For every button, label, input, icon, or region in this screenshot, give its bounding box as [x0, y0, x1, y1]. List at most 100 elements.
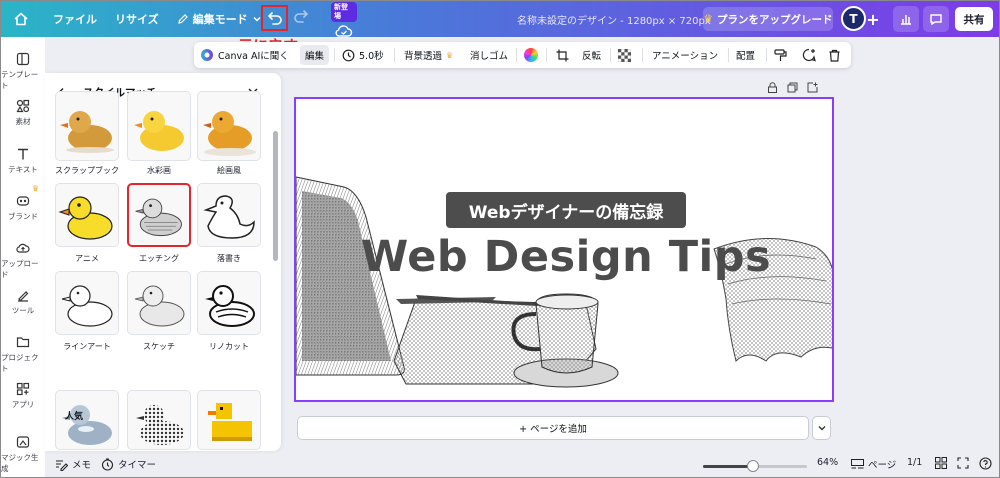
rail-item-project[interactable]: プロジェクト [1, 335, 45, 374]
style-label: リノカット [209, 342, 249, 351]
rail-item-template[interactable]: テンプレート [1, 52, 45, 91]
rail-item-text[interactable]: テキスト [1, 147, 45, 175]
design-canvas[interactable]: Webデザイナーの備忘録 Web Design Tips [294, 97, 834, 402]
flip-button[interactable]: 反転 [582, 42, 601, 68]
left-rail: テンプレート 素材 テキスト ブランド ♛ アップロード ツール プロジェクト … [1, 37, 45, 477]
style-label: 落書き [217, 254, 241, 263]
style-match-panel: スタイルマッチ スクラップブック 水彩画 絵画風 アニメ エッチング 落書き ラ… [45, 73, 281, 451]
chevron-down-icon [818, 426, 825, 431]
canvas-title[interactable]: Web Design Tips [296, 232, 832, 282]
brand-icon [16, 196, 30, 206]
popular-tile-halftone[interactable] [127, 390, 191, 450]
panel-scrollbar[interactable] [273, 131, 278, 261]
style-tile-anime[interactable] [55, 183, 119, 247]
apps-icon [16, 382, 30, 396]
divider [610, 48, 611, 62]
color-wheel-icon [524, 48, 538, 62]
canva-ai-button[interactable]: Canva AIに聞く [200, 42, 289, 68]
divider [728, 48, 729, 62]
fullscreen-button[interactable] [957, 457, 969, 469]
crop-button[interactable] [556, 42, 569, 68]
rail-item-elements[interactable]: 素材 [1, 99, 45, 127]
undo-button[interactable] [261, 5, 288, 31]
upgrade-label: プランをアップグレード [716, 13, 833, 26]
style-tile-lineart[interactable] [55, 271, 119, 335]
style-label: ラインアート [63, 342, 111, 351]
canva-ai-icon [201, 49, 213, 61]
folder-icon [16, 337, 30, 348]
file-menu[interactable]: ファイル [53, 11, 97, 27]
rail-item-tools[interactable]: ツール [1, 288, 45, 316]
animation-button[interactable]: アニメーション [652, 42, 718, 68]
cloud-check-icon [335, 25, 353, 37]
resize-menu[interactable]: リサイズ [115, 11, 159, 27]
magic-icon [16, 436, 30, 448]
crop-icon [556, 49, 569, 61]
clock-icon [342, 49, 355, 61]
upgrade-button[interactable]: ♛ プランをアップグレード [703, 7, 833, 31]
canvas-subtitle[interactable]: Webデザイナーの備忘録 [446, 192, 686, 228]
crown-icon: ♛ [703, 13, 713, 25]
style-tile-doodle[interactable] [197, 183, 261, 247]
add-comment-button[interactable] [802, 42, 816, 68]
style-tile-sketch[interactable] [127, 271, 191, 335]
rail-item-magic[interactable]: マジック生成 [1, 435, 45, 474]
bg-remove-button[interactable]: 背景透過 ♛ [404, 42, 453, 68]
copy-style-button[interactable] [774, 42, 787, 68]
style-label: アニメ [75, 254, 99, 263]
upload-icon [16, 243, 30, 253]
rail-item-brand[interactable]: ブランド [1, 194, 45, 222]
color-picker-button[interactable] [524, 42, 538, 68]
zoom-level[interactable]: 64% [817, 457, 838, 468]
share-button[interactable]: 共有 [955, 7, 993, 31]
redo-button[interactable] [293, 9, 309, 26]
style-tile-watercolor[interactable] [127, 91, 191, 161]
home-icon[interactable] [7, 5, 35, 33]
page-count: 1/1 [907, 457, 923, 468]
grid-view-button[interactable] [935, 457, 947, 469]
timer-button[interactable]: タイマー [101, 457, 156, 471]
divider [334, 48, 335, 62]
edit-button[interactable]: 編集 [300, 45, 330, 65]
eraser-button[interactable]: 消しゴム [470, 42, 508, 68]
elements-icon [16, 99, 30, 113]
new-badge: 新登場 [331, 2, 357, 22]
pages-button[interactable]: ページ [851, 457, 896, 471]
style-label: エッチング [139, 254, 179, 263]
popular-tile-pixel[interactable] [197, 390, 261, 450]
crown-icon: ♛ [32, 184, 40, 193]
style-tile-painting[interactable] [197, 91, 261, 161]
document-title[interactable]: 名称未設定のデザイン - 1280px × 720px [517, 12, 711, 27]
top-bar: ファイル リサイズ 編集モード 新登場 名称未設定のデザイン - 1280px … [1, 1, 999, 37]
style-tile-scrapbook[interactable] [55, 91, 119, 161]
add-page-button[interactable]: + ページを追加 [297, 416, 809, 440]
divider [766, 48, 767, 62]
redo-icon [294, 10, 309, 23]
zoom-slider-handle[interactable] [746, 460, 759, 472]
comments-button[interactable] [923, 6, 949, 32]
lock-icon[interactable] [767, 82, 778, 93]
rail-item-apps[interactable]: アプリ [1, 382, 45, 410]
analytics-button[interactable] [893, 6, 919, 32]
style-tile-linocut[interactable] [197, 271, 261, 335]
add-page-menu-button[interactable] [812, 416, 831, 440]
help-button[interactable] [979, 457, 992, 470]
bar-chart-icon [901, 15, 911, 25]
grid-view-icon [935, 457, 947, 469]
delete-button[interactable] [828, 42, 841, 68]
popular-heading: 人気 [65, 412, 84, 422]
duplicate-icon[interactable] [787, 82, 798, 93]
text-icon [18, 148, 28, 160]
rail-item-upload[interactable]: アップロード [1, 241, 45, 280]
transparency-button[interactable] [618, 42, 631, 68]
edit-mode-menu[interactable]: 編集モード [177, 11, 262, 27]
duration-button[interactable]: 5.0秒 [342, 42, 384, 68]
bottom-bar: メモ タイマー 64% ページ 1/1 [45, 453, 999, 477]
invite-plus-icon[interactable]: + [862, 8, 884, 30]
memo-button[interactable]: メモ [55, 457, 91, 471]
arrange-button[interactable]: 配置 [736, 42, 755, 68]
add-page-icon[interactable] [807, 82, 818, 93]
cloud-save-button[interactable]: 新登場 [331, 2, 357, 38]
style-tile-etching[interactable] [127, 183, 191, 247]
zoom-slider[interactable] [703, 460, 807, 472]
